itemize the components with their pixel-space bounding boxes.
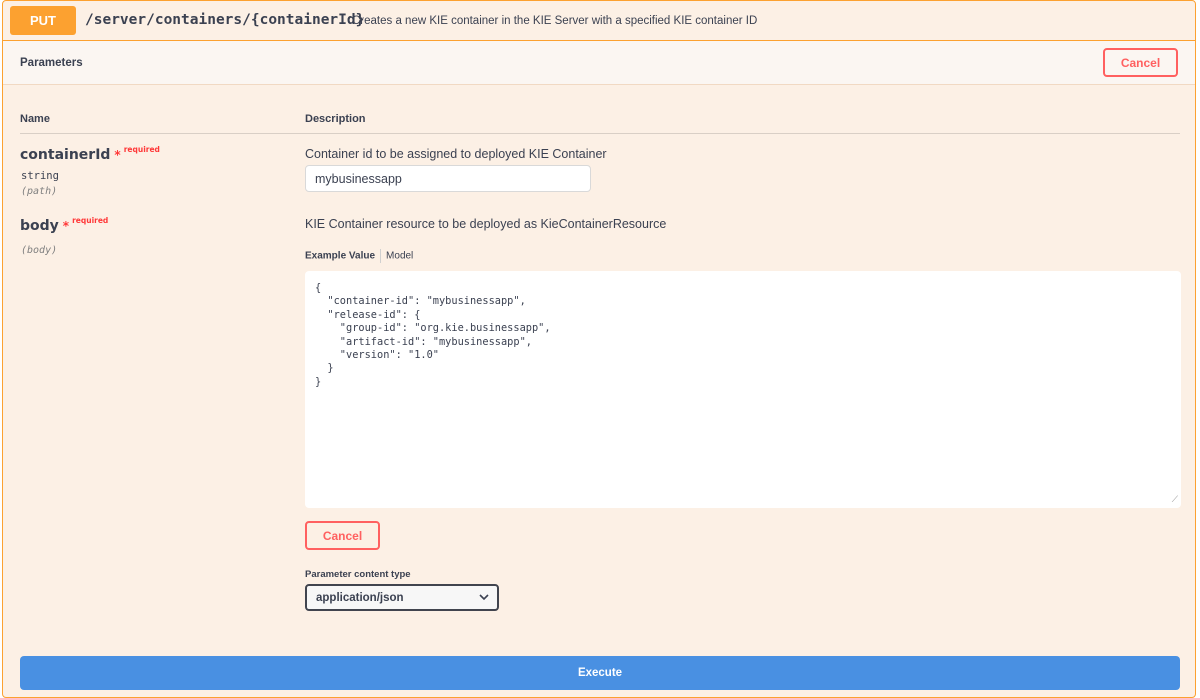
method-badge: PUT <box>10 6 76 35</box>
param-name-text: body <box>20 218 59 234</box>
execute-button[interactable]: Execute <box>20 656 1180 690</box>
content-type-label: Parameter content type <box>305 569 411 580</box>
parameters-title: Parameters <box>20 57 83 69</box>
param-body-name: body * required <box>20 216 109 234</box>
resize-handle-icon[interactable]: ⟋ <box>1172 496 1178 505</box>
param-containerid-location: (path) <box>21 186 58 197</box>
parameters-header: Parameters Cancel <box>3 41 1195 85</box>
operation-block-put: PUT /server/containers/{containerId} Cre… <box>2 0 1196 698</box>
param-containerid-type: string <box>21 170 59 182</box>
body-editor-textarea[interactable]: { "container-id": "mybusinessapp", "rele… <box>305 271 1181 508</box>
content-type-select[interactable]: application/json <box>305 584 499 611</box>
param-containerid-description: Container id to be assigned to deployed … <box>305 147 607 161</box>
tab-model[interactable]: Model <box>386 251 413 262</box>
chevron-down-icon <box>479 594 489 601</box>
column-header-name: Name <box>20 113 50 125</box>
body-cancel-button[interactable]: Cancel <box>305 521 380 550</box>
try-out-cancel-button[interactable]: Cancel <box>1103 48 1178 77</box>
param-body-description: KIE Container resource to be deployed as… <box>305 217 667 231</box>
endpoint-summary: Creates a new KIE container in the KIE S… <box>352 15 758 27</box>
param-name-text: containerId <box>20 147 111 163</box>
required-star: * <box>62 219 70 233</box>
containerid-input[interactable] <box>305 165 591 192</box>
required-label: required <box>123 145 160 154</box>
param-containerid-name: containerId * required <box>20 145 160 163</box>
tab-divider <box>380 249 382 263</box>
tab-example-value[interactable]: Example Value <box>305 251 375 262</box>
operation-summary[interactable]: PUT /server/containers/{containerId} Cre… <box>3 1 1195 41</box>
content-type-value: application/json <box>316 592 404 604</box>
column-header-description: Description <box>305 113 366 125</box>
body-editor-content: { "container-id": "mybusinessapp", "rele… <box>315 282 551 388</box>
required-star: * <box>114 148 121 162</box>
header-divider <box>20 133 1180 134</box>
param-body-location: (body) <box>21 245 58 256</box>
body-tabs: Example Value Model <box>305 249 413 263</box>
required-label: required <box>72 216 109 225</box>
endpoint-path: /server/containers/{containerId} <box>85 12 365 28</box>
